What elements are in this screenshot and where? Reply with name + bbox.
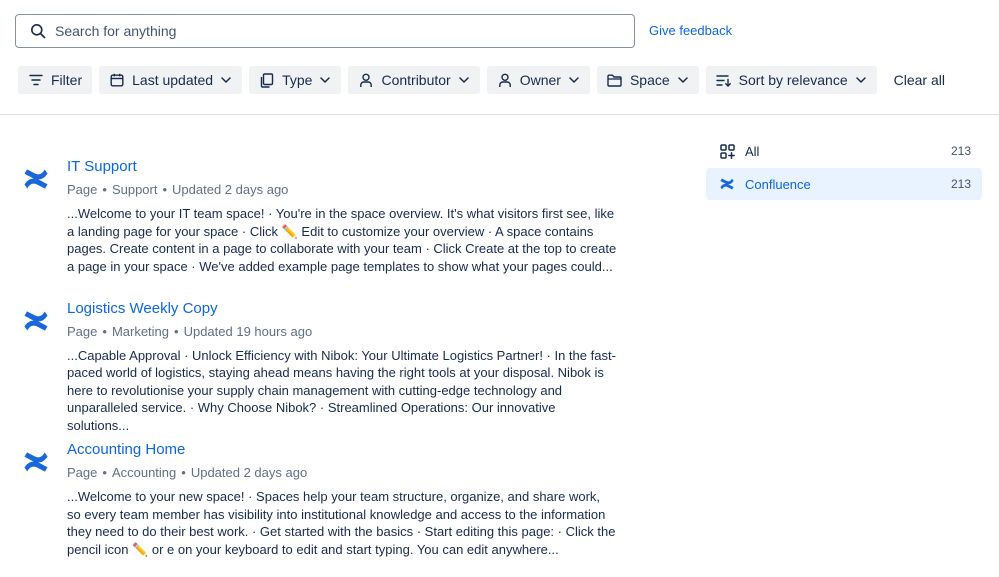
space-dropdown[interactable]: Space xyxy=(596,66,699,94)
filter-button[interactable]: Filter xyxy=(18,66,93,94)
header-divider xyxy=(0,114,999,115)
confluence-icon xyxy=(22,448,50,476)
results-list: IT Support Page • Support • Updated 2 days a… xyxy=(22,155,622,577)
product-filter-sidebar: All 213 Confluence 213 xyxy=(706,135,982,201)
result-item: Logistics Weekly Copy Page • Marketing • Upd… xyxy=(22,297,622,439)
chevron-down-icon xyxy=(319,74,331,86)
result-space: Marketing xyxy=(111,323,170,339)
result-item: IT Support Page • Support • Updated 2 days a… xyxy=(22,155,622,297)
filter-bar: Filter Last updated Type Contributor Own… xyxy=(18,66,945,94)
owner-label: Owner xyxy=(519,72,561,88)
confluence-icon xyxy=(22,307,50,335)
contributor-dropdown[interactable]: Contributor xyxy=(348,66,480,94)
sort-dropdown[interactable]: Sort by relevance xyxy=(705,66,877,94)
result-updated: Updated 19 hours ago xyxy=(183,323,313,339)
result-type: Page xyxy=(67,465,98,480)
filter-lines-icon xyxy=(28,72,44,88)
search-box[interactable] xyxy=(15,14,635,48)
owner-dropdown[interactable]: Owner xyxy=(486,66,590,94)
filter-label: Filter xyxy=(51,72,83,88)
result-updated: Updated 2 days ago xyxy=(190,465,308,480)
result-space: Support xyxy=(111,182,158,197)
result-space: Accounting xyxy=(111,465,177,480)
type-label: Type xyxy=(282,72,313,88)
result-updated: Updated 2 days ago xyxy=(172,182,289,197)
sidebar-item-all[interactable]: All 213 xyxy=(706,135,982,167)
space-label: Space xyxy=(629,72,670,88)
confluence-icon xyxy=(22,165,50,193)
result-meta: Page • Marketing • Updated 19 hours ago xyxy=(67,323,313,339)
result-meta: Page • Support • Updated 2 days ago xyxy=(67,182,289,197)
person-icon xyxy=(358,72,374,88)
last-updated-label: Last updated xyxy=(132,72,214,88)
sidebar-item-count: 213 xyxy=(950,177,971,191)
search-input[interactable] xyxy=(55,15,634,47)
confluence-icon xyxy=(719,176,735,192)
chevron-down-icon xyxy=(458,74,470,86)
result-excerpt: ...Welcome to your IT team space! · You'… xyxy=(67,206,617,274)
sort-icon xyxy=(716,72,732,88)
person-icon xyxy=(497,72,513,88)
pages-icon xyxy=(259,72,275,88)
give-feedback-link[interactable]: Give feedback xyxy=(649,23,732,38)
result-excerpt: ...Capable Approval · Unlock Efficiency … xyxy=(67,347,616,433)
folder-icon xyxy=(607,72,623,88)
result-title-link[interactable]: Logistics Weekly Copy xyxy=(67,300,218,317)
result-title-link[interactable]: IT Support xyxy=(67,158,137,175)
chevron-down-icon xyxy=(220,74,232,86)
clear-all-button[interactable]: Clear all xyxy=(894,72,945,88)
calendar-icon xyxy=(109,72,125,88)
result-type: Page xyxy=(67,182,98,197)
result-meta: Page • Accounting • Updated 2 days ago xyxy=(67,465,308,480)
result-item: Accounting Home Page • Accounting • Updated … xyxy=(22,438,622,577)
chevron-down-icon xyxy=(855,74,867,86)
last-updated-dropdown[interactable]: Last updated xyxy=(99,66,243,94)
grid-plus-icon xyxy=(719,143,735,159)
chevron-down-icon xyxy=(568,74,580,86)
result-excerpt: ...Welcome to your new space! · Spaces h… xyxy=(67,489,616,557)
result-type: Page xyxy=(67,323,98,339)
chevron-down-icon xyxy=(677,74,689,86)
sidebar-item-count: 213 xyxy=(950,144,971,158)
sidebar-item-label: Confluence xyxy=(745,176,811,192)
result-title-link[interactable]: Accounting Home xyxy=(67,441,185,458)
sidebar-item-label: All xyxy=(745,143,760,159)
type-dropdown[interactable]: Type xyxy=(249,66,342,94)
search-icon xyxy=(29,22,47,40)
sidebar-item-confluence[interactable]: Confluence 213 xyxy=(706,168,982,200)
contributor-label: Contributor xyxy=(381,72,451,88)
sort-label: Sort by relevance xyxy=(738,72,848,88)
